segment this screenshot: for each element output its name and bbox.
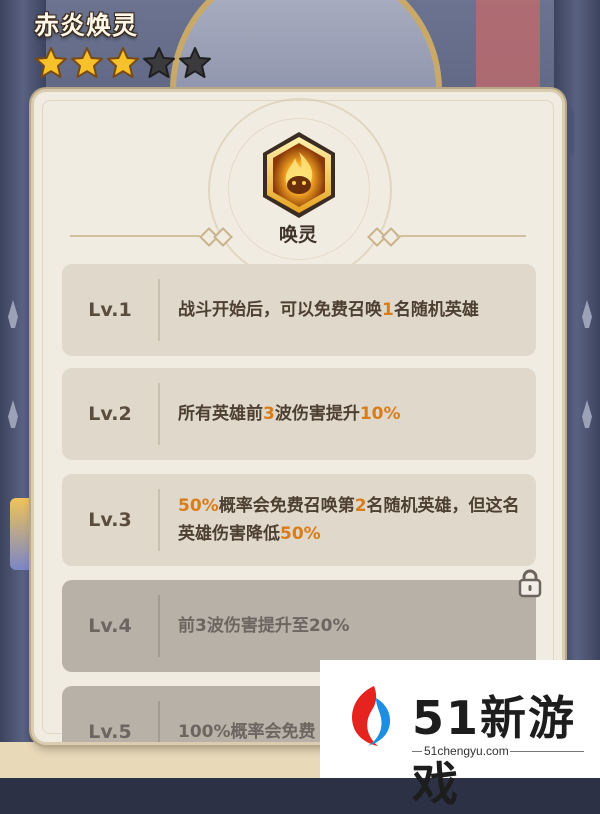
- level-label: Lv.1: [88, 299, 132, 321]
- lock-icon: [518, 569, 542, 598]
- skill-detail-panel: 唤灵 Lv.1 战斗开始后，可以免费召唤1名随机英雄 Lv.2 所有英雄前3波伤害提升…: [34, 92, 562, 742]
- highlight-value: 3: [263, 404, 275, 424]
- description-text: 概率会免费召唤第: [218, 496, 355, 516]
- star-empty-icon: [179, 47, 211, 78]
- watermark-url: 51chengyu.com: [424, 744, 509, 758]
- watermark-rule: [510, 751, 584, 752]
- level-row[interactable]: Lv.1 战斗开始后，可以免费召唤1名随机英雄: [62, 264, 536, 356]
- fire-spirit-icon: [263, 132, 335, 218]
- hero-name: 赤炎焕灵: [34, 11, 139, 40]
- description-text: 前3波伤害提升至20%: [178, 616, 350, 636]
- level-description: 50%概率会免费召唤第2名随机英雄，但这名英雄伤害降低50%: [160, 492, 536, 548]
- star-filled-icon: [71, 47, 103, 78]
- highlight-value: 50%: [178, 496, 219, 516]
- level-label: Lv.2: [88, 403, 132, 425]
- level-label: Lv.5: [88, 721, 132, 742]
- level-description: 战斗开始后，可以免费召唤1名随机英雄: [160, 296, 495, 324]
- watermark: 51新游戏 51chengyu.com: [320, 660, 600, 811]
- description-text: 名随机英雄: [393, 300, 479, 320]
- level-row[interactable]: Lv.3 50%概率会免费召唤第2名随机英雄，但这名英雄伤害降低50%: [62, 474, 536, 566]
- description-text: 100%概率会免费: [178, 722, 316, 742]
- level-row[interactable]: Lv.4 前3波伤害提升至20%: [62, 569, 542, 672]
- skill-title: 唤灵: [278, 224, 317, 246]
- level-description: 所有英雄前3波伤害提升10%: [160, 400, 417, 428]
- level-description: 前3波伤害提升至20%: [160, 612, 366, 640]
- level-row[interactable]: Lv.2 所有英雄前3波伤害提升10%: [62, 368, 536, 460]
- watermark-rule: [412, 751, 422, 752]
- star-filled-icon: [35, 47, 67, 78]
- star-empty-icon: [143, 47, 175, 78]
- level-label: Lv.3: [88, 509, 132, 531]
- watermark-logo-icon: [352, 686, 391, 746]
- highlight-value: 1: [382, 300, 394, 320]
- highlight-value: 50%: [280, 524, 321, 544]
- star-rating: [34, 46, 212, 80]
- highlight-value: 2: [354, 496, 367, 516]
- level-description: 100%概率会免费: [160, 718, 332, 742]
- description-text: 所有英雄前: [178, 404, 263, 424]
- star-filled-icon: [107, 47, 139, 78]
- level-label: Lv.4: [88, 615, 132, 637]
- description-text: 波伤害提升: [274, 404, 360, 424]
- highlight-value: 10%: [359, 404, 401, 424]
- description-text: 战斗开始后，可以免费召唤: [178, 300, 382, 320]
